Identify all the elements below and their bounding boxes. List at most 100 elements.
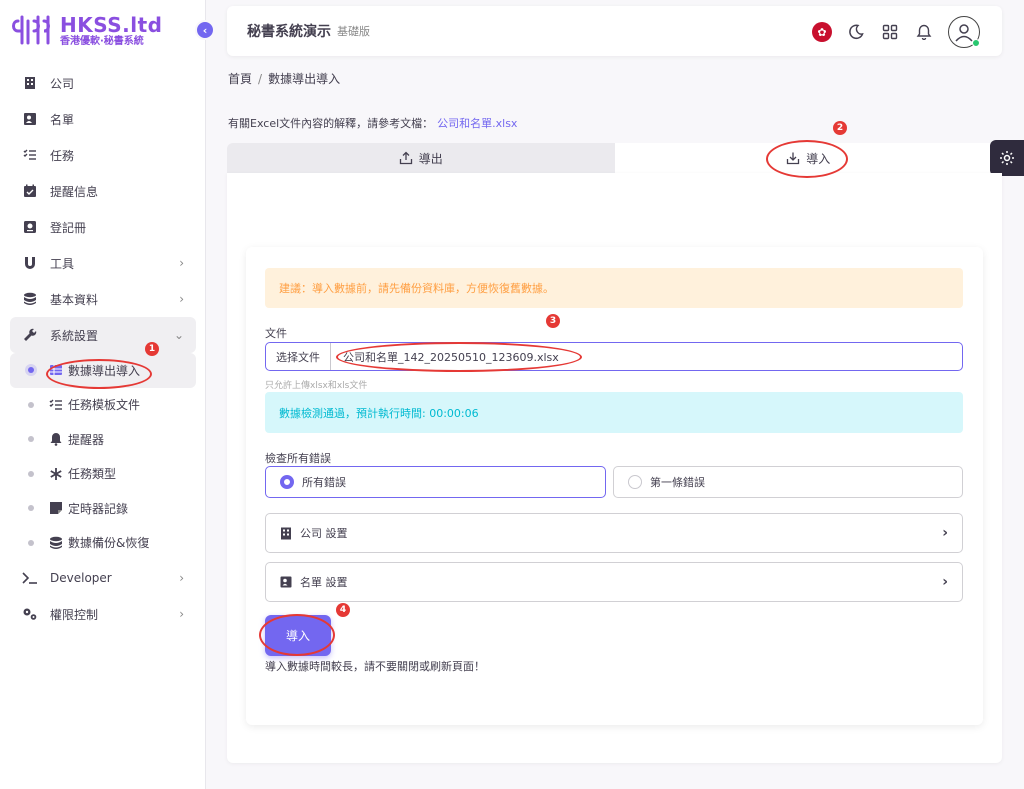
upload-icon — [399, 151, 412, 165]
sidebar-item-system-settings[interactable]: 系統設置 ⌄ — [10, 317, 196, 353]
bullet-dot — [28, 401, 34, 408]
import-button[interactable]: 導入 — [265, 615, 331, 656]
file-type-help: 只允許上傳xlsx和xls文件 — [265, 381, 368, 391]
sidebar: HKSS.ltd 香港優軟·秘書系統 公司 名單 任務 提醒信息 登記冊 工具 … — [0, 0, 206, 789]
sidebar-subitem-reminder[interactable]: 提醒器 — [10, 422, 196, 457]
sidebar-subitem-timer-log[interactable]: 定時器記錄 — [10, 491, 196, 526]
sidebar-item-label: 公司 — [50, 76, 75, 91]
annotation-badge-2: 2 — [833, 121, 847, 135]
magnet-icon — [22, 255, 38, 271]
sidebar-subitem-label: 數據導出導入 — [68, 363, 141, 378]
chevron-right-icon: › — [179, 571, 184, 585]
sidebar-item-label: 名單 — [50, 112, 75, 127]
bullet-dot — [28, 470, 34, 477]
tab-label: 導出 — [418, 151, 443, 166]
backup-warning-alert: 建議：導入數據前，請先備份資料庫，方便恢復舊數據。 — [265, 268, 963, 308]
terminal-icon — [22, 570, 38, 586]
logo[interactable]: HKSS.ltd 香港優軟·秘書系統 — [10, 13, 162, 49]
selected-file-name: 公司和名單_142_20250510_123609.xlsx — [343, 350, 559, 364]
breadcrumb-separator: / — [258, 72, 263, 86]
sidebar-item-tasks[interactable]: 任務 — [10, 137, 196, 173]
accordion-list-settings[interactable]: 名單 設置 › — [265, 562, 963, 602]
dark-mode-moon-icon[interactable] — [846, 22, 866, 42]
asterisk-icon — [48, 466, 64, 482]
top-header: 秘書系統演示 基礎版 ✿ — [227, 6, 1002, 56]
chevron-right-icon: › — [942, 574, 948, 590]
sidebar-item-company[interactable]: 公司 — [10, 65, 196, 101]
calendar-check-icon — [22, 183, 38, 199]
contact-card-icon — [280, 575, 294, 589]
breadcrumb-home[interactable]: 首頁 — [228, 72, 252, 86]
radio-all-errors[interactable]: 所有錯誤 — [265, 466, 606, 498]
breadcrumb-current: 數據導出導入 — [268, 72, 341, 86]
choose-file-button[interactable]: 选择文件 — [266, 343, 331, 370]
gears-icon — [22, 606, 38, 622]
radio-label: 所有錯誤 — [302, 476, 346, 489]
notification-bell-icon[interactable] — [914, 22, 934, 42]
sidebar-item-label: Developer — [50, 571, 112, 585]
sidebar-item-label: 任務 — [50, 148, 75, 163]
doc-link[interactable]: 公司和名單.xlsx — [437, 117, 517, 130]
app-title: 秘書系統演示 — [247, 24, 331, 40]
language-hk-flag-icon[interactable]: ✿ — [812, 22, 832, 42]
bullet-dot — [28, 436, 34, 443]
sidebar-subitem-label: 任務類型 — [68, 467, 117, 482]
edition-label: 基礎版 — [337, 25, 370, 38]
database-icon — [22, 291, 38, 307]
sidebar-subitem-task-types[interactable]: 任務類型 — [10, 457, 196, 492]
sidebar-subitem-data-import-export[interactable]: 數據導出導入 — [10, 353, 196, 388]
sidebar-subitem-label: 數據備份&恢復 — [68, 536, 150, 551]
sidebar-item-label: 登記冊 — [50, 220, 87, 235]
apps-grid-icon[interactable] — [880, 22, 900, 42]
building-icon — [280, 526, 294, 540]
customizer-gear-button[interactable] — [990, 140, 1024, 176]
accordion-label: 公司 設置 — [300, 527, 348, 540]
sidebar-subitem-backup-restore[interactable]: 數據備份&恢復 — [10, 526, 196, 561]
file-upload-input[interactable]: 选择文件 公司和名單_142_20250510_123609.xlsx — [265, 342, 963, 371]
bullet-dot — [28, 539, 34, 546]
sidebar-subitem-label: 提醒器 — [68, 432, 105, 447]
checklist-icon — [22, 147, 38, 163]
sidebar-subitem-task-templates[interactable]: 任務模板文件 — [10, 388, 196, 423]
sidebar-item-label: 提醒信息 — [50, 184, 99, 199]
online-status-dot — [972, 39, 980, 47]
tab-label: 導入 — [806, 151, 831, 166]
sidebar-item-permissions[interactable]: 權限控制 › — [10, 596, 196, 632]
sidebar-item-tools[interactable]: 工具 › — [10, 245, 196, 281]
sidebar-item-list[interactable]: 名單 — [10, 101, 196, 137]
export-import-tabs: 導出 導入 — [227, 143, 1002, 173]
help-text: 有關Excel文件內容的解釋，請參考文檔： — [228, 117, 434, 130]
radio-first-error[interactable]: 第一條錯誤 — [613, 466, 963, 498]
chevron-right-icon: › — [179, 292, 184, 306]
brand-tagline: 香港優軟·秘書系統 — [60, 36, 144, 47]
sidebar-item-basic-data[interactable]: 基本資料 › — [10, 281, 196, 317]
table-icon — [48, 362, 64, 378]
breadcrumb: 首頁 / 數據導出導入 — [228, 70, 340, 87]
checklist-icon — [48, 397, 64, 413]
accordion-label: 名單 設置 — [300, 576, 348, 589]
sidebar-item-label: 權限控制 — [50, 607, 99, 622]
annotation-badge-1: 1 — [145, 342, 159, 356]
tab-export[interactable]: 導出 — [227, 143, 615, 173]
chevron-right-icon: › — [942, 525, 948, 541]
sidebar-item-reminders[interactable]: 提醒信息 — [10, 173, 196, 209]
active-dot — [28, 367, 34, 374]
logo-mark-icon — [12, 15, 50, 45]
download-icon — [787, 152, 800, 165]
chevron-down-icon: ⌄ — [173, 328, 184, 342]
note-icon — [48, 500, 64, 516]
accordion-company-settings[interactable]: 公司 設置 › — [265, 513, 963, 553]
user-avatar[interactable] — [948, 16, 980, 48]
sidebar-subitem-label: 定時器記錄 — [68, 501, 129, 516]
sidebar-item-label: 工具 — [50, 256, 75, 271]
sidebar-item-register[interactable]: 登記冊 — [10, 209, 196, 245]
register-book-icon — [22, 219, 38, 235]
wrench-icon — [22, 327, 38, 343]
sidebar-collapse-button[interactable]: ‹ — [195, 20, 215, 40]
chevron-right-icon: › — [179, 256, 184, 270]
header-actions: ✿ — [812, 16, 980, 48]
check-result-alert: 數據檢測通過，預計執行時間: 00:00:06 — [265, 392, 963, 433]
tab-import[interactable]: 導入 — [614, 143, 1002, 173]
radio-checked-icon — [280, 475, 294, 489]
sidebar-item-developer[interactable]: Developer › — [10, 560, 196, 596]
